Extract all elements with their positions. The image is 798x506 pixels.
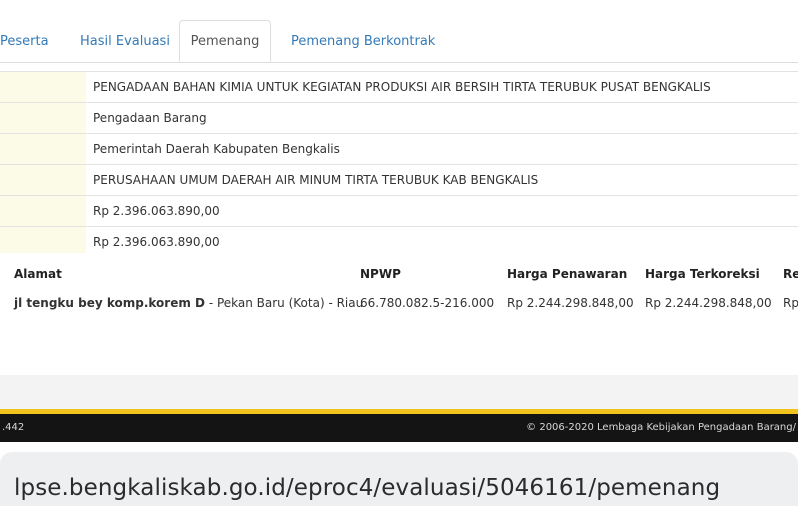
header-extra: Re [783,267,798,281]
content-bottom-gap [0,375,798,411]
budget-value: Rp 2.396.063.890,00 [93,204,220,218]
info-row-budget: Rp 2.396.063.890,00 [0,195,798,226]
header-harga-terkoreksi: Harga Terkoreksi [645,267,760,281]
package-name: PENGADAAN BAHAN KIMIA UNTUK KEGIATAN PRO… [93,80,711,94]
winner-npwp: 66.780.082.5-216.000 [360,296,495,310]
work-unit-name: PERUSAHAAN UMUM DAERAH AIR MINUM TIRTA T… [93,173,539,187]
info-label-cell [0,103,86,133]
url-text[interactable]: lpse.bengkaliskab.go.id/eproc4/evaluasi/… [14,475,720,501]
info-row-package-name: PENGADAAN BAHAN KIMIA UNTUK KEGIATAN PRO… [0,71,798,102]
browser-separator [0,442,798,452]
info-label-cell [0,165,86,195]
winner-address-city: - Pekan Baru (Kota) - Riau [205,296,364,310]
winner-table: Alamat NPWP Harga Penawaran Harga Terkor… [0,253,798,375]
tab-peserta[interactable]: Peserta [0,21,49,62]
header-npwp: NPWP [360,267,401,281]
tender-info-table: PENGADAAN BAHAN KIMIA UNTUK KEGIATAN PRO… [0,71,798,257]
info-label-cell [0,196,86,226]
footer-version: .442 [2,422,25,433]
info-label-cell [0,72,86,102]
info-row-work-unit: PERUSAHAAN UMUM DAERAH AIR MINUM TIRTA T… [0,164,798,195]
tab-pemenang[interactable]: Pemenang [179,20,271,62]
tab-bar: Peserta Hasil Evaluasi Pemenang Pemenang… [0,0,798,63]
header-harga-penawaran: Harga Penawaran [507,267,628,281]
winner-harga-penawaran: Rp 2.244.298.848,00 [507,296,634,310]
header-alamat: Alamat [14,267,62,281]
info-row-agency: Pemerintah Daerah Kabupaten Bengkalis [0,133,798,164]
winner-extra: Rp [783,296,798,310]
address-bar[interactable]: lpse.bengkaliskab.go.id/eproc4/evaluasi/… [0,452,798,506]
winner-harga-terkoreksi: Rp 2.244.298.848,00 [645,296,772,310]
winner-address: jl tengku bey komp.korem D - Pekan Baru … [14,296,363,310]
tab-pemenang-berkontrak[interactable]: Pemenang Berkontrak [291,21,435,62]
info-row-category: Pengadaan Barang [0,102,798,133]
procurement-category: Pengadaan Barang [93,111,207,125]
agency-name: Pemerintah Daerah Kabupaten Bengkalis [93,142,340,156]
page-footer: .442 © 2006-2020 Lembaga Kebijakan Penga… [0,414,798,442]
tab-hasil-evaluasi[interactable]: Hasil Evaluasi [80,21,170,62]
footer-copyright: © 2006-2020 Lembaga Kebijakan Pengadaan … [526,422,796,433]
info-label-cell [0,134,86,164]
winner-address-street: jl tengku bey komp.korem D [14,296,205,310]
